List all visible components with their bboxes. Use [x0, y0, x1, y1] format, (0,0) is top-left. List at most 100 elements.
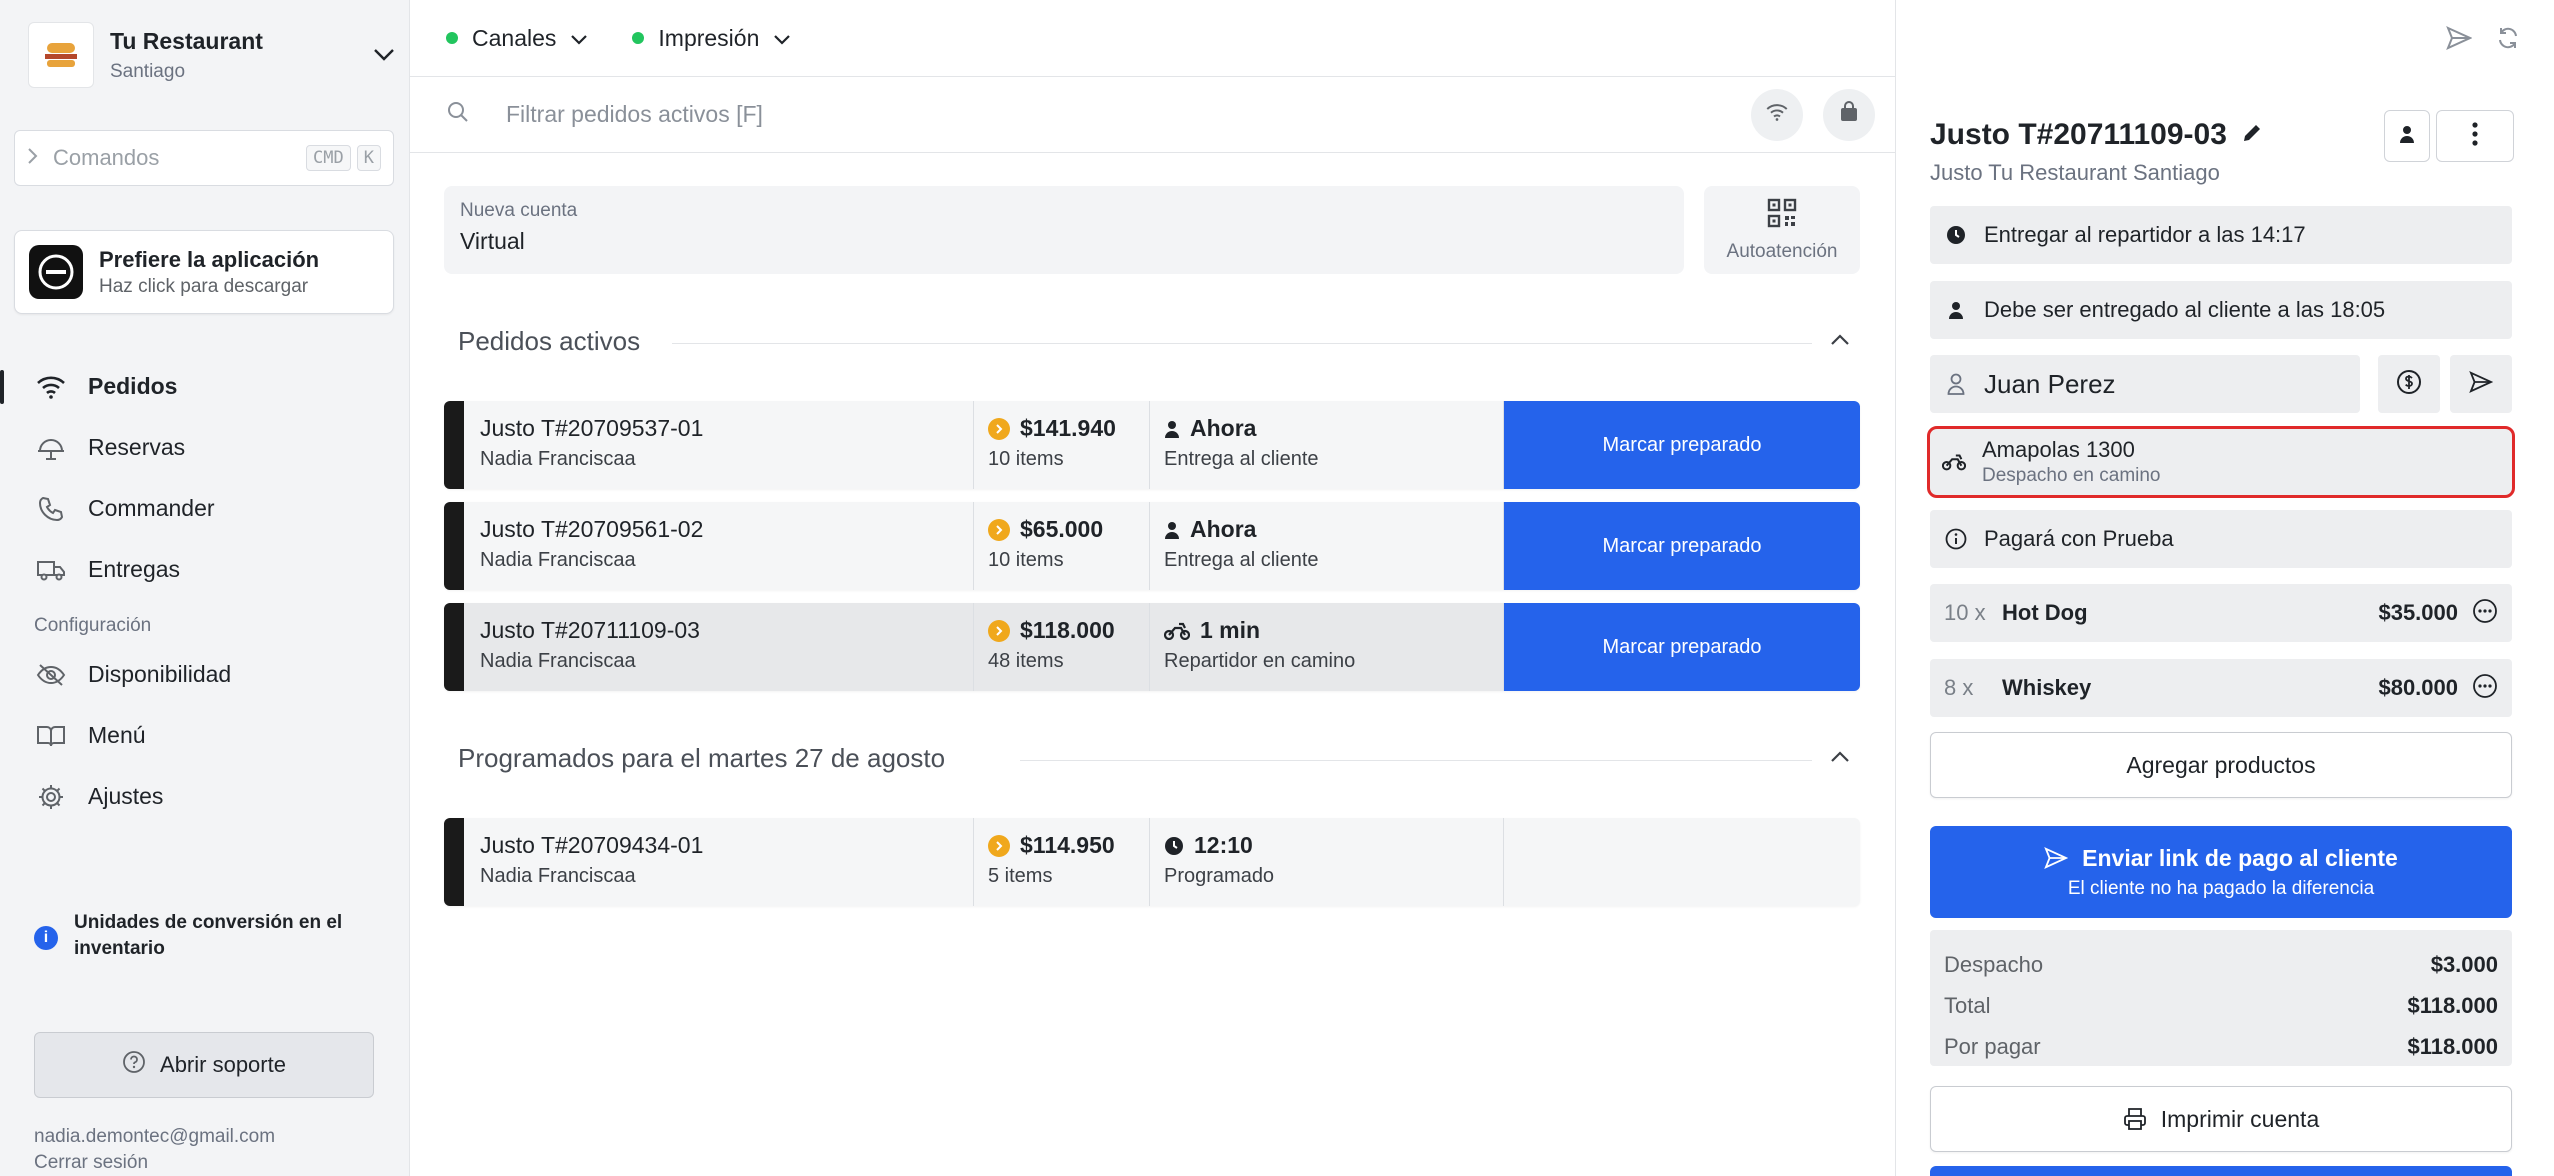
mark-prepared-button[interactable]: Marcar preparado — [1504, 502, 1860, 590]
empty-action-cell — [1504, 818, 1860, 906]
order-totals: Despacho $3.000 Total $118.000 Por pagar… — [1930, 930, 2512, 1066]
order-item-row[interactable]: 10 x Hot Dog $35.000 — [1930, 584, 2512, 642]
refresh-icon[interactable] — [2496, 26, 2520, 55]
info-note[interactable]: i Unidades de conversión en el inventari… — [34, 910, 384, 962]
send-customer-button[interactable] — [2450, 355, 2512, 413]
handoff-time-row: Entregar al repartidor a las 14:17 — [1930, 206, 2512, 264]
pencil-icon[interactable] — [2241, 118, 2263, 152]
help-circle-icon — [122, 1050, 146, 1080]
person-icon — [2399, 125, 2415, 148]
order-detail-subtitle: Justo Tu Restaurant Santiago — [1930, 160, 2220, 185]
order-id: Justo T#20711109-03 — [480, 617, 700, 643]
nav-label: Reservas — [88, 434, 186, 460]
total-value: $118.000 — [2407, 1033, 2498, 1059]
command-palette-input[interactable]: Comandos CMD K — [14, 130, 394, 186]
add-products-button[interactable]: Agregar productos — [1930, 732, 2512, 798]
self-service-button[interactable]: Autoatención — [1704, 186, 1860, 274]
chevron-down-icon — [773, 25, 791, 52]
person-icon — [1944, 301, 1968, 319]
nav-item-reservas[interactable]: Reservas — [0, 417, 410, 478]
channels-dropdown[interactable]: Canales — [446, 25, 588, 52]
connection-button[interactable] — [1751, 88, 1803, 141]
info-note-text: Unidades de conversión en el inventario — [74, 912, 343, 959]
order-detail-panel: Justo T#20711109-03 Justo Tu Restaurant … — [1895, 0, 2554, 1176]
nav-item-disponibilidad[interactable]: Disponibilidad — [0, 644, 410, 705]
more-horizontal-icon[interactable] — [2472, 673, 2498, 704]
chevron-up-icon[interactable] — [1830, 750, 1850, 769]
nav-item-menu[interactable]: Menú — [0, 705, 410, 766]
payment-button[interactable] — [2378, 355, 2440, 413]
total-row: Despacho $3.000 — [1944, 944, 2498, 985]
nav-label: Commander — [88, 495, 215, 521]
chevron-down-icon[interactable] — [370, 41, 398, 69]
order-row[interactable]: Justo T#20709537-01 Nadia Franciscaa $14… — [444, 401, 1860, 489]
print-bill-button[interactable]: Imprimir cuenta — [1930, 1086, 2512, 1152]
customer-field[interactable]: Juan Perez — [1930, 355, 2360, 413]
shortcut-k: K — [356, 145, 381, 171]
delivery-deadline-row: Debe ser entregado al cliente a las 18:0… — [1930, 281, 2512, 339]
order-id: Justo T#20709561-02 — [480, 516, 704, 542]
order-status: Repartidor en camino — [1164, 650, 1356, 672]
open-support-button[interactable]: Abrir soporte — [34, 1032, 374, 1098]
printing-dropdown[interactable]: Impresión — [632, 25, 791, 52]
total-label: Despacho — [1944, 951, 2044, 977]
order-items: 5 items — [988, 865, 1053, 887]
order-customer: Nadia Franciscaa — [480, 448, 636, 470]
total-label: Por pagar — [1944, 1033, 2041, 1059]
command-placeholder: Comandos — [53, 145, 160, 170]
order-item-row[interactable]: 8 x Whiskey $80.000 — [1930, 659, 2512, 717]
more-options-button[interactable] — [2436, 110, 2514, 162]
order-customer: Nadia Franciscaa — [480, 549, 636, 571]
search-icon — [446, 100, 470, 129]
shopping-bag-button[interactable] — [1823, 88, 1875, 141]
printer-icon — [2123, 1107, 2147, 1131]
app-promo-title: Prefiere la aplicación — [99, 246, 320, 272]
logout-link[interactable]: Cerrar sesión — [34, 1152, 148, 1174]
restaurant-selector[interactable]: Tu Restaurant Santiago — [28, 22, 398, 88]
nav-item-pedidos[interactable]: Pedidos — [0, 356, 410, 417]
order-amount: $65.000 — [1020, 516, 1104, 542]
primary-action-button[interactable] — [1930, 1166, 2512, 1176]
order-items: 10 items — [988, 549, 1064, 571]
more-horizontal-icon[interactable] — [2472, 598, 2498, 629]
item-price: $80.000 — [2378, 675, 2458, 700]
chevron-down-icon — [570, 25, 588, 52]
order-status-bar — [444, 818, 464, 906]
customer-name: Juan Perez — [1984, 368, 2116, 399]
channels-label: Canales — [472, 24, 557, 51]
total-row: Por pagar $118.000 — [1944, 1026, 2498, 1067]
download-app-banner[interactable]: Prefiere la aplicación Haz click para de… — [14, 230, 394, 314]
payment-method-text: Pagará con Prueba — [1984, 526, 2174, 551]
chevron-up-icon[interactable] — [1830, 333, 1850, 352]
order-row[interactable]: Justo T#20709561-02 Nadia Franciscaa $65… — [444, 502, 1860, 590]
support-label: Abrir soporte — [160, 1052, 286, 1077]
nav-item-entregas[interactable]: Entregas — [0, 539, 410, 600]
nav-label: Pedidos — [88, 373, 178, 399]
assign-user-button[interactable] — [2384, 110, 2430, 162]
scheduled-order-row[interactable]: Justo T#20709434-01 Nadia Franciscaa $11… — [444, 818, 1860, 906]
send-icon — [2044, 847, 2069, 869]
coin-icon — [988, 834, 1010, 857]
order-status: Programado — [1164, 865, 1275, 887]
mark-prepared-button[interactable]: Marcar preparado — [1504, 603, 1860, 691]
app-promo-subtitle: Haz click para descargar — [99, 275, 309, 297]
main-nav: Pedidos Reservas Commander Entregas Conf… — [0, 356, 410, 827]
topbar: Canales Impresión — [410, 0, 1895, 77]
send-icon[interactable] — [2446, 26, 2473, 55]
nav-item-commander[interactable]: Commander — [0, 478, 410, 539]
divider — [1020, 760, 1812, 761]
send-payment-link-button[interactable]: Enviar link de pago al cliente El client… — [1930, 826, 2512, 918]
book-icon — [34, 719, 68, 753]
restaurant-city: Santiago — [110, 60, 186, 82]
search-input[interactable]: Filtrar pedidos activos [F] — [506, 101, 1751, 128]
mark-prepared-button[interactable]: Marcar preparado — [1504, 401, 1860, 489]
order-row-selected[interactable]: Justo T#20711109-03 Nadia Franciscaa $11… — [444, 603, 1860, 691]
delivery-address-row[interactable]: Amapolas 1300 Despacho en camino — [1927, 426, 2515, 498]
item-price: $35.000 — [2378, 600, 2458, 625]
nav-item-ajustes[interactable]: Ajustes — [0, 766, 410, 827]
total-value: $118.000 — [2407, 992, 2498, 1018]
new-account-field[interactable]: Nueva cuenta Virtual — [444, 186, 1684, 274]
phone-icon — [34, 492, 68, 526]
order-status: Entrega al cliente — [1164, 448, 1319, 470]
config-section-label: Configuración — [34, 615, 152, 636]
